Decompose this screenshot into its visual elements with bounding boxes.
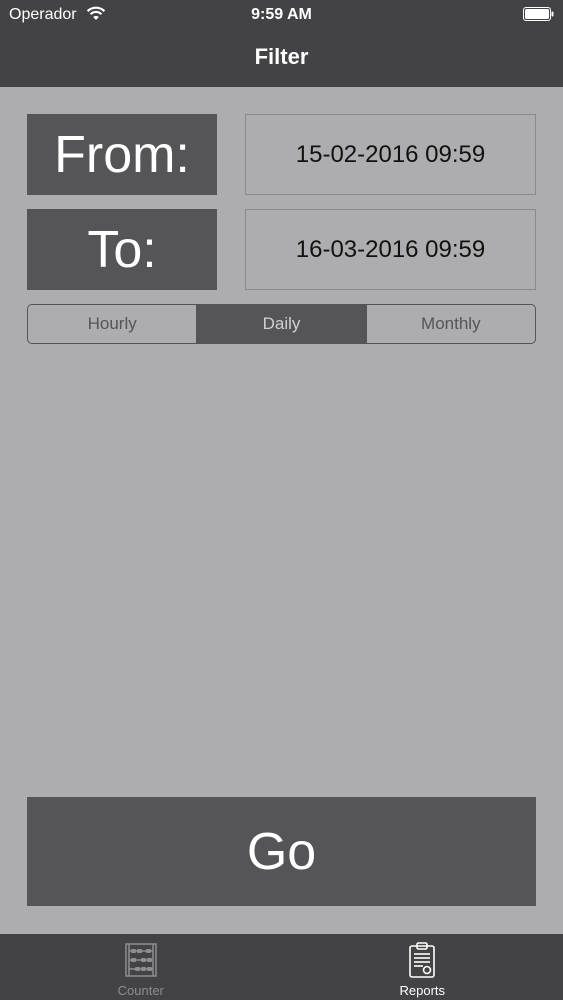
abacus-icon <box>125 943 157 977</box>
from-date-field[interactable]: 15-02-2016 09:59 <box>245 114 536 195</box>
battery-icon <box>523 7 554 21</box>
to-label: To: <box>27 209 217 290</box>
navigation-bar: Filter <box>0 30 563 87</box>
status-time: 9:59 AM <box>251 6 312 23</box>
status-bar: Operador 9:59 AM <box>0 0 563 30</box>
period-segmented-control: Hourly Daily Monthly <box>27 304 536 344</box>
tab-counter[interactable]: Counter <box>0 934 282 1000</box>
segment-monthly[interactable]: Monthly <box>365 305 535 343</box>
tab-reports-label: Reports <box>399 983 446 998</box>
tab-bar: Counter Reports <box>0 934 563 1000</box>
segment-hourly[interactable]: Hourly <box>28 305 196 343</box>
from-label: From: <box>27 114 217 195</box>
go-button[interactable]: Go <box>27 797 536 906</box>
page-title: Filter <box>254 44 309 69</box>
tab-counter-label: Counter <box>117 983 164 998</box>
segment-daily[interactable]: Daily <box>196 305 366 343</box>
tab-reports[interactable]: Reports <box>282 934 563 1000</box>
clipboard-report-icon <box>409 942 436 978</box>
to-date-field[interactable]: 16-03-2016 09:59 <box>245 209 536 290</box>
